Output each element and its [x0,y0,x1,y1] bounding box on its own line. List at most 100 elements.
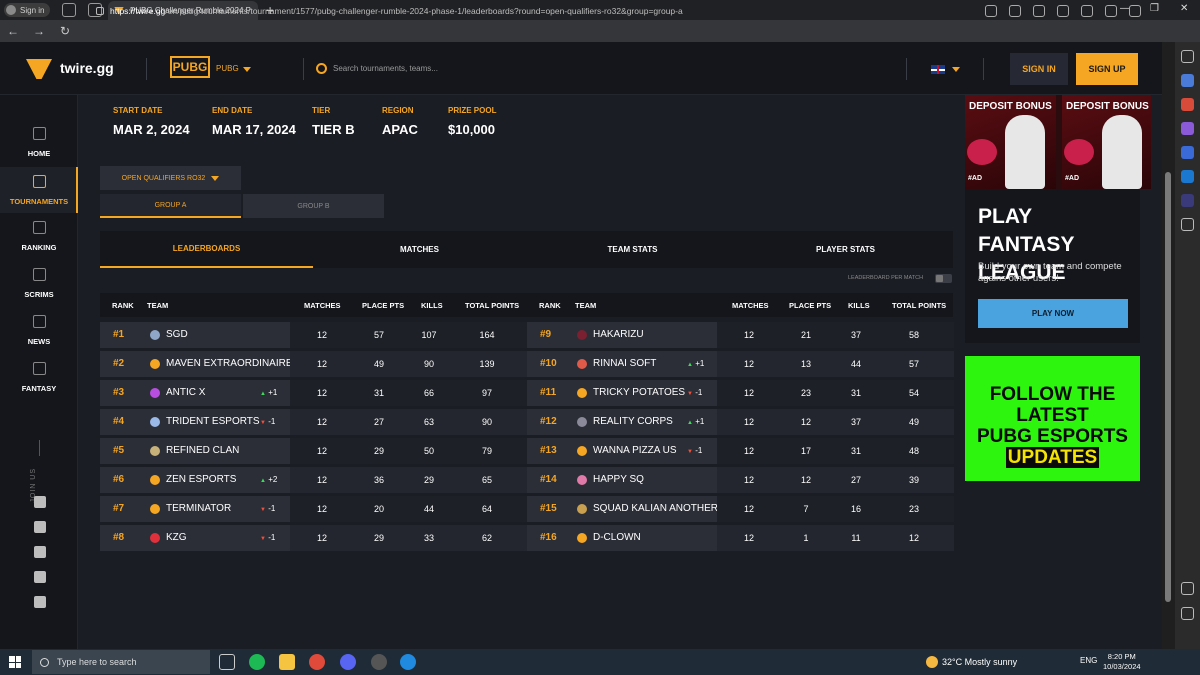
play-now-button[interactable]: PLAY NOW [978,299,1128,328]
url-field[interactable]: https://twire.gg/en/pubg/tournaments/tou… [96,3,1026,19]
file-explorer-icon[interactable] [279,654,295,670]
gear-icon[interactable] [1181,607,1194,620]
site-logo-text[interactable]: twire.gg [60,60,114,76]
tab-group-a[interactable]: GROUP A [100,194,241,218]
taskbar-search[interactable]: Type here to search [32,650,210,674]
team-name[interactable]: TERMINATOR [166,503,231,514]
search-icon[interactable] [1181,50,1194,63]
table-row[interactable]: #5 REFINED CLAN 12 29 50 79 [100,438,527,464]
team-name[interactable]: RINNAI SOFT [593,358,656,369]
maximize-icon[interactable]: ❐ [1150,3,1159,14]
task-view-icon[interactable] [219,654,235,670]
team-name[interactable]: ZEN ESPORTS [166,474,236,485]
table-row[interactable]: #13 WANNA PIZZA US ▼ -1 12 17 31 48 [527,438,954,464]
team-name[interactable]: D-CLOWN [593,532,641,543]
team-name[interactable]: REALITY CORPS [593,416,673,427]
games-icon[interactable] [1181,122,1194,135]
app-icon[interactable] [1181,194,1194,207]
sign-up-button[interactable]: SIGN UP [1076,53,1138,85]
table-row[interactable]: #4 TRIDENT ESPORTS ▼ -1 12 27 63 90 [100,409,527,435]
refresh-icon[interactable]: ↻ [52,24,78,38]
table-row[interactable]: #14 HAPPY SQ 12 12 27 39 [527,467,954,493]
extensions-icon[interactable] [1105,5,1117,17]
uk-flag-icon[interactable] [931,65,945,74]
deposit-bonus-ad[interactable]: DEPOSIT BONUS #AD DEPOSIT BONUS #AD [965,95,1151,189]
table-row[interactable]: #2 MAVEN EXTRAORDINAIRE 12 49 90 139 [100,351,527,377]
favorite-star-icon[interactable] [1009,5,1021,17]
table-row[interactable]: #12 REALITY CORPS ▲ +1 12 12 37 49 [527,409,954,435]
table-row[interactable]: #11 TRICKY POTATOES ▼ -1 12 23 31 54 [527,380,954,406]
favorites-icon[interactable] [1057,5,1069,17]
sidebar-item-news[interactable]: NEWS [0,313,78,359]
app-icon[interactable] [371,654,387,670]
sidebar-item-home[interactable]: HOME [0,125,78,171]
page-scrollbar[interactable] [1162,42,1175,649]
team-name[interactable]: REFINED CLAN [166,445,239,456]
tag-icon[interactable] [1181,74,1194,87]
hide-sidebar-icon[interactable] [1181,582,1194,595]
chrome-icon[interactable] [309,654,325,670]
team-name[interactable]: WANNA PIZZA US [593,445,677,456]
table-row[interactable]: #10 RINNAI SOFT ▲ +1 12 13 44 57 [527,351,954,377]
table-row[interactable]: #6 ZEN ESPORTS ▲ +2 12 36 29 65 [100,467,527,493]
profile-button[interactable]: Sign in [4,3,51,17]
sign-in-button[interactable]: SIGN IN [1010,53,1068,85]
language-chevron-down-icon[interactable] [952,67,960,72]
follow-updates-banner[interactable]: FOLLOW THE LATEST PUBG ESPORTS UPDATES [965,356,1140,481]
game-selector-label[interactable]: PUBG [216,64,239,73]
facebook-icon[interactable] [34,496,46,508]
instagram-icon[interactable] [34,571,46,583]
forward-icon[interactable]: → [26,24,52,38]
more-options-icon[interactable] [1129,5,1141,17]
team-name[interactable]: SGD [166,329,188,340]
team-name[interactable]: TRICKY POTATOES [593,387,685,398]
copilot-icon[interactable] [1181,146,1194,159]
chevron-down-icon[interactable] [243,67,251,72]
discord-icon[interactable] [34,546,46,558]
team-name[interactable]: ANTIC X [166,387,205,398]
edge-icon[interactable] [400,654,416,670]
tab-matches[interactable]: MATCHES [313,231,526,268]
sidebar-item-tournaments[interactable]: TOURNAMENTS [0,167,78,213]
clock[interactable]: 8:20 PM 10/03/2024 [1103,652,1141,672]
round-dropdown[interactable]: OPEN QUALIFIERS RO32 [100,166,241,190]
weather-widget[interactable]: 32°C Mostly sunny [926,656,1017,668]
team-name[interactable]: SQUAD KALIAN ANOTHER [593,503,718,514]
team-name[interactable]: MAVEN EXTRAORDINAIRE [166,358,293,369]
sidebar-item-scrims[interactable]: SCRIMS [0,266,78,312]
twire-logo-icon[interactable] [26,59,52,79]
tab-group-b[interactable]: GROUP B [243,194,384,218]
table-row[interactable]: #1 SGD 12 57 107 164 [100,322,527,348]
close-window-icon[interactable]: ✕ [1180,3,1188,14]
table-row[interactable]: #3 ANTIC X ▲ +1 12 31 66 97 [100,380,527,406]
table-row[interactable]: #8 KZG ▼ -1 12 29 33 62 [100,525,527,551]
table-row[interactable]: #16 D-CLOWN 12 1 11 12 [527,525,954,551]
team-name[interactable]: HAKARIZU [593,329,644,340]
split-screen-icon[interactable] [1033,5,1045,17]
table-row[interactable]: #15 SQUAD KALIAN ANOTHER 12 7 16 23 [527,496,954,522]
read-aloud-icon[interactable] [985,5,997,17]
team-name[interactable]: TRIDENT ESPORTS [166,416,260,427]
sidebar-item-fantasy[interactable]: FANTASY [0,360,78,406]
collections-icon[interactable] [1081,5,1093,17]
pubg-logo[interactable]: PUBG [170,56,210,78]
team-name[interactable]: KZG [166,532,187,543]
table-row[interactable]: #9 HAKARIZU 12 21 37 58 [527,322,954,348]
briefcase-icon[interactable] [1181,98,1194,111]
sidebar-item-ranking[interactable]: RANKING [0,219,78,265]
windows-start-icon[interactable] [9,656,21,668]
add-icon[interactable] [1181,218,1194,231]
team-name[interactable]: HAPPY SQ [593,474,644,485]
linkedin-icon[interactable] [34,596,46,608]
back-icon[interactable]: ← [0,24,26,38]
table-row[interactable]: #7 TERMINATOR ▼ -1 12 20 44 64 [100,496,527,522]
tab-leaderboards[interactable]: LEADERBOARDS [100,231,313,268]
discord-icon[interactable] [340,654,356,670]
twitter-icon[interactable] [34,521,46,533]
search-input[interactable] [333,60,533,76]
workspaces-icon[interactable] [62,3,77,17]
tab-player-stats[interactable]: PLAYER STATS [739,231,952,268]
leaderboard-per-match-toggle[interactable] [935,274,952,283]
language-indicator[interactable]: ENG [1080,656,1097,665]
spotify-icon[interactable] [249,654,265,670]
